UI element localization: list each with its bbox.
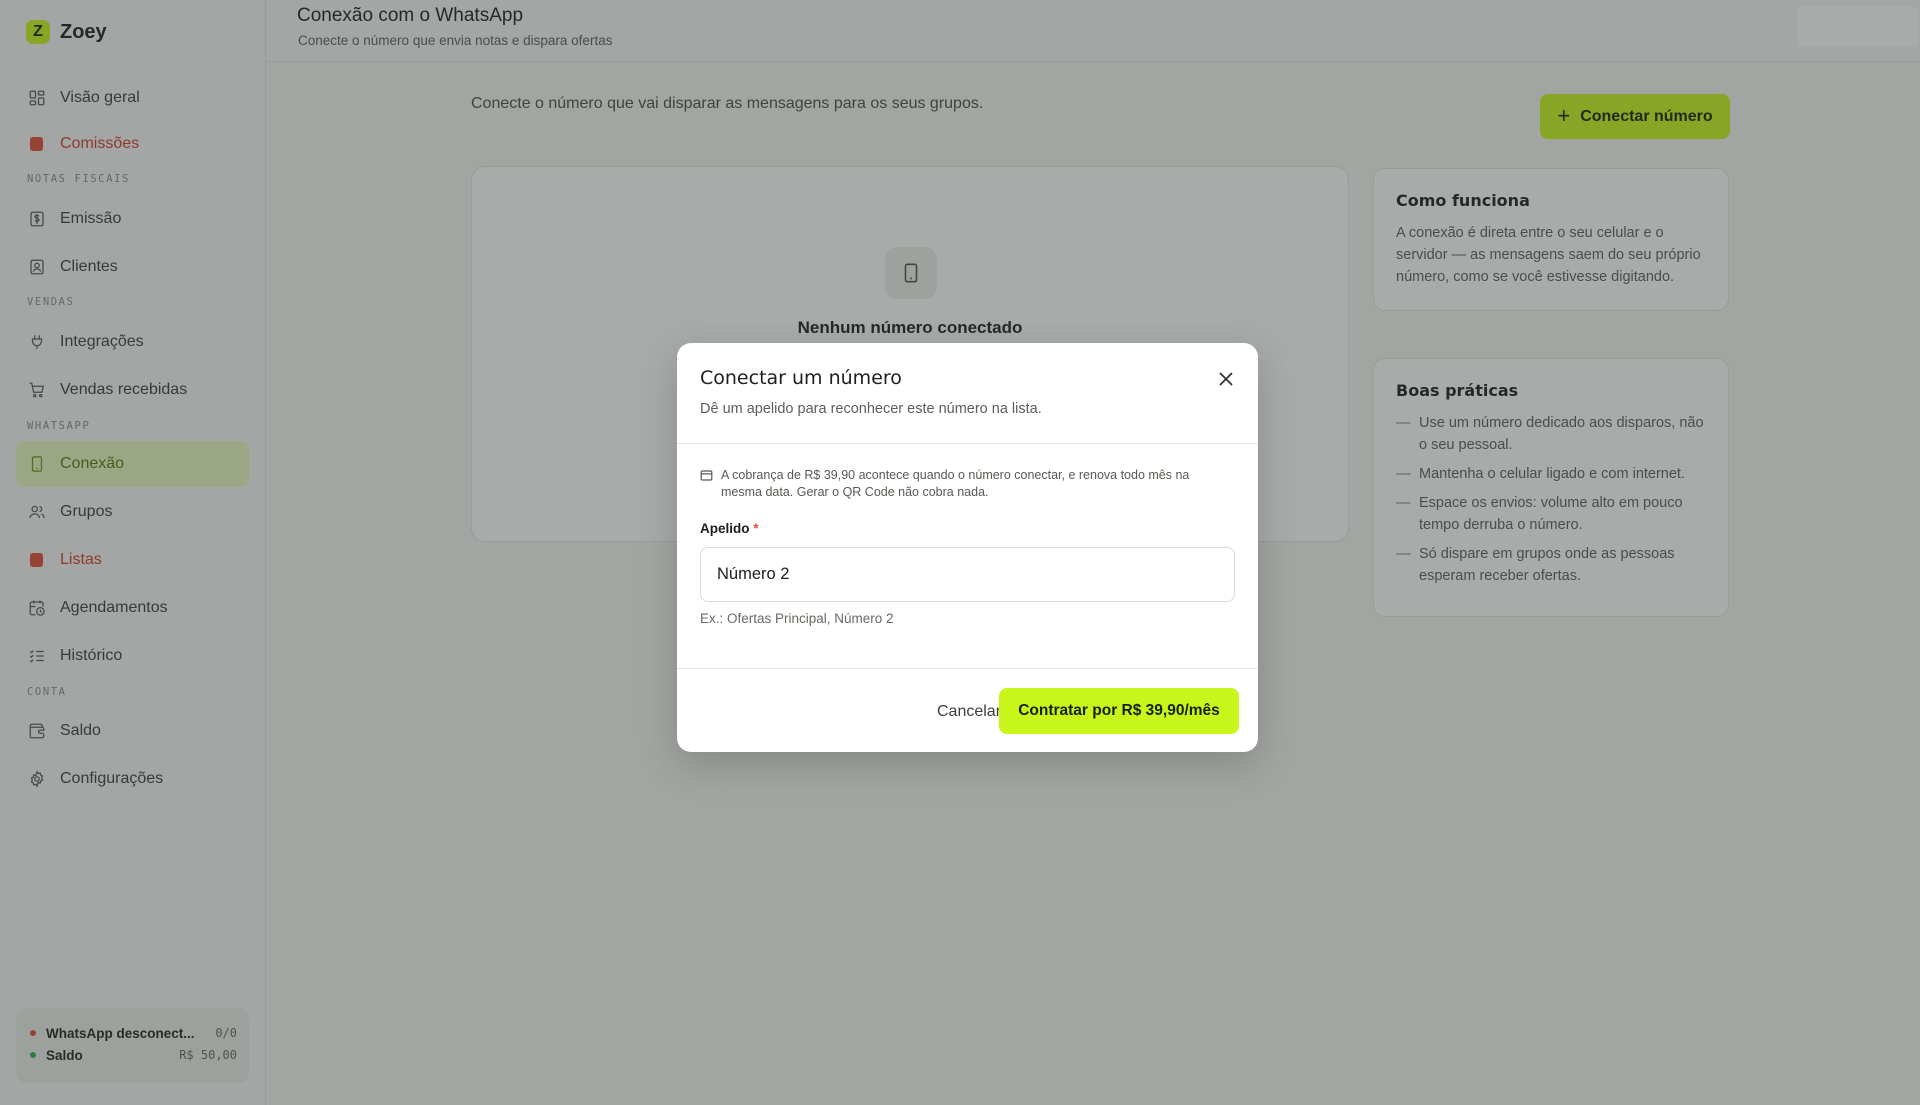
billing-note: A cobrança de R$ 39,90 acontece quando o… [700, 467, 1220, 501]
close-icon [1219, 372, 1233, 386]
close-button[interactable] [1214, 367, 1238, 391]
connect-number-dialog: Conectar um número Dê um apelido para re… [677, 343, 1258, 752]
dialog-title: Conectar um número [700, 367, 902, 389]
billing-note-text: A cobrança de R$ 39,90 acontece quando o… [721, 468, 1190, 499]
required-marker: * [753, 521, 759, 536]
nickname-input[interactable] [700, 547, 1235, 602]
nickname-label: Apelido * [700, 521, 759, 536]
nickname-hint: Ex.: Ofertas Principal, Número 2 [700, 611, 894, 626]
dialog-subtitle: Dê um apelido para reconhecer este númer… [700, 401, 1042, 417]
divider [677, 443, 1258, 444]
contract-button[interactable]: Contratar por R$ 39,90/mês [999, 688, 1239, 734]
divider [677, 668, 1258, 669]
card-icon [700, 470, 713, 481]
